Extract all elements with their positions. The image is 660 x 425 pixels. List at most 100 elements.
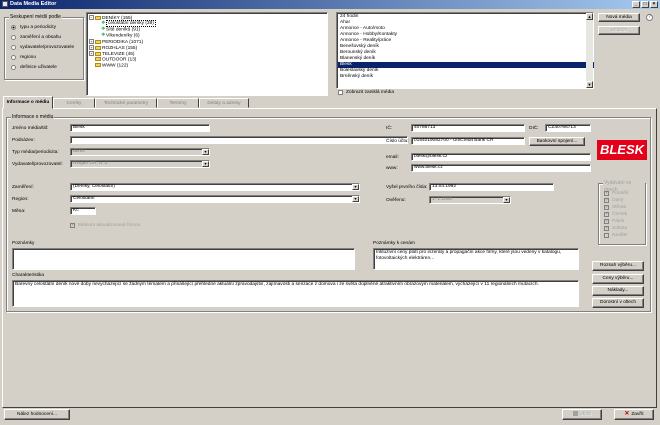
save-button-label: Uložit (579, 412, 592, 417)
help-icon[interactable]: ? (646, 14, 653, 21)
subtitle-field[interactable] (70, 136, 408, 144)
list-item[interactable]: Annonce - Hobby/Kontakty (338, 32, 594, 38)
sort-option-type[interactable]: typu a periodicity (11, 24, 56, 31)
chevron-down-icon[interactable]: ▼ (202, 149, 209, 155)
attendance-button[interactable]: Dorostní v oltech (592, 298, 644, 308)
tree-item-label: OUTDOOR (13) (102, 57, 137, 63)
bank-connection-button[interactable]: Bankovní spojení... (529, 137, 585, 146)
ic-field[interactable]: 40766713 (411, 124, 525, 132)
list-item[interactable]: Brněnský deník (338, 74, 594, 80)
costs-button[interactable]: Náklady... (592, 286, 644, 296)
day-sunday-checkbox[interactable]: Neděle (604, 232, 627, 239)
chevron-down-icon[interactable]: ▼ (503, 197, 510, 203)
minimize-button[interactable]: _ (632, 1, 640, 8)
delete-button[interactable]: Smazat (598, 26, 640, 35)
price-notes-textarea[interactable]: Inkluzivní ceny platí pro inzeráty a pro… (373, 248, 579, 270)
type-combo[interactable]: deník ▼ (70, 148, 210, 156)
checkbox-box[interactable] (604, 211, 609, 218)
list-item[interactable]: Benešovský deník (338, 44, 594, 50)
price-choice-button[interactable]: Ceny výběru... (592, 274, 644, 284)
www-label: www: (386, 166, 398, 171)
email-field[interactable]: blesk@blesk.cz (411, 153, 591, 161)
checkbox-label: Neděle (612, 233, 628, 238)
checkbox-box[interactable] (604, 225, 609, 232)
checkbox-box[interactable] (604, 218, 609, 225)
folder-icon (95, 57, 101, 61)
publisher-combo[interactable]: Ringier ČR, a. s. ▼ (70, 160, 210, 168)
close-button[interactable]: ✕ Zavřít (614, 409, 654, 420)
media-tree[interactable]: − DENÍKY (155) ❖ celostátní deníky (38) ❖S… (86, 12, 328, 96)
chevron-down-icon[interactable]: ▼ (202, 161, 209, 167)
tree-item-label: WWW (122) (102, 63, 129, 69)
first-issue-field[interactable]: 13.04.1992 (429, 183, 554, 191)
region-combo[interactable]: Celostátní ▼ (70, 195, 360, 203)
account-field[interactable]: 0154019082700 - UniCredit Bank ČR (411, 137, 525, 145)
dic-field[interactable]: CZ40766713 (545, 124, 591, 132)
new-assessment-button[interactable]: Nález hodnocení... (4, 409, 70, 420)
list-item-selected[interactable]: Blesk (338, 62, 594, 68)
tab-deadlines[interactable]: Termíny (157, 98, 199, 108)
www-field[interactable]: www.blesk.cz (411, 164, 591, 172)
tab-technical[interactable]: Technické parametry (95, 98, 157, 108)
day-monday-checkbox[interactable]: Pondělí (604, 190, 628, 197)
list-item[interactable]: Boleslavský deník (338, 68, 594, 74)
day-tuesday-checkbox[interactable]: Úterý (604, 197, 623, 204)
notes-textarea[interactable] (12, 248, 355, 270)
checkbox-label: Zobrazit zaniklá média (346, 90, 394, 95)
radio-dot (11, 45, 16, 50)
checkbox-box[interactable] (604, 233, 609, 238)
scroll-down-button[interactable]: ▼ (586, 81, 593, 88)
focus-combo[interactable]: (Deníky, Celostátní) ▼ (70, 183, 360, 191)
sort-option-publisher[interactable]: vydavatele/provozovatele (11, 44, 74, 51)
list-item[interactable]: Aha! (338, 20, 594, 26)
day-saturday-checkbox[interactable]: Sobota (604, 225, 627, 232)
day-wednesday-checkbox[interactable]: Středa (604, 204, 626, 211)
checkbox-box[interactable] (338, 90, 343, 95)
sort-option-user[interactable]: definice uživatele (11, 64, 57, 71)
characteristics-textarea[interactable]: Barevný celostátní deník nové doby nevyc… (12, 280, 579, 307)
chevron-down-icon[interactable]: ▼ (352, 184, 359, 190)
expand-icon[interactable]: + (89, 51, 94, 56)
new-media-button[interactable]: Nová média (598, 13, 640, 22)
list-item[interactable]: Berounský deník (338, 50, 594, 56)
checkbox-box[interactable] (604, 204, 609, 211)
tab-media-info[interactable]: Informace o médiu (3, 96, 53, 109)
media-list[interactable]: 24 hodin Aha! Annonce - Auto/moto Annonc… (336, 12, 594, 89)
folder-icon (95, 63, 101, 67)
scroll-up-button[interactable]: ▲ (586, 13, 593, 20)
publisher-label: Vydavatel/provozovatel: (12, 162, 63, 167)
show-unused-checkbox[interactable]: Zobrazit zaniklá média (338, 89, 394, 96)
day-thursday-checkbox[interactable]: Čtvrtek (604, 211, 627, 218)
save-button[interactable]: Uložit (562, 409, 602, 420)
list-item[interactable]: 24 hodin (338, 14, 594, 20)
tab-price-lists[interactable]: Ceníky (53, 98, 95, 108)
list-item[interactable]: Blanenský deník (338, 56, 594, 62)
print-choice-button[interactable]: Rozsah výběru... (592, 261, 644, 271)
close-window-button[interactable]: × (650, 1, 658, 8)
expand-icon[interactable]: + (89, 39, 94, 44)
checkbox-box[interactable] (604, 197, 609, 204)
currency-field[interactable]: Kč (70, 207, 96, 215)
day-friday-checkbox[interactable]: Pátek (604, 218, 624, 225)
folder-icon (95, 39, 101, 44)
collapse-icon[interactable]: − (89, 15, 94, 20)
checkbox-box[interactable] (70, 222, 75, 229)
tree-item-www[interactable]: WWW (122) (95, 63, 128, 69)
radio-dot (11, 35, 16, 40)
list-item[interactable]: Annonce - Reality/práce (338, 38, 594, 44)
name-field[interactable]: Blesk (70, 124, 210, 132)
list-scrollbar[interactable]: ▲ ▼ (586, 13, 593, 88)
checkbox-label: Čtvrtek (612, 212, 628, 217)
maximize-button[interactable]: □ (641, 1, 649, 8)
media-update-checkbox[interactable]: Médium aktualizované firmou (70, 222, 140, 229)
sort-option-region[interactable]: regionu (11, 54, 36, 61)
chevron-down-icon[interactable]: ▼ (352, 196, 359, 202)
tab-contacts[interactable]: Dėlaty a adresy (199, 98, 249, 108)
verified-combo[interactable]: 1. 1.2000 ▼ (429, 196, 511, 204)
list-item[interactable]: Annonce - Auto/moto (338, 26, 594, 32)
region-label: Region: (12, 197, 29, 202)
expand-icon[interactable]: + (89, 45, 94, 50)
sort-option-focus[interactable]: zaměření a obsahu (11, 34, 61, 41)
checkbox-box[interactable] (604, 190, 609, 197)
close-icon: ✕ (624, 411, 630, 417)
